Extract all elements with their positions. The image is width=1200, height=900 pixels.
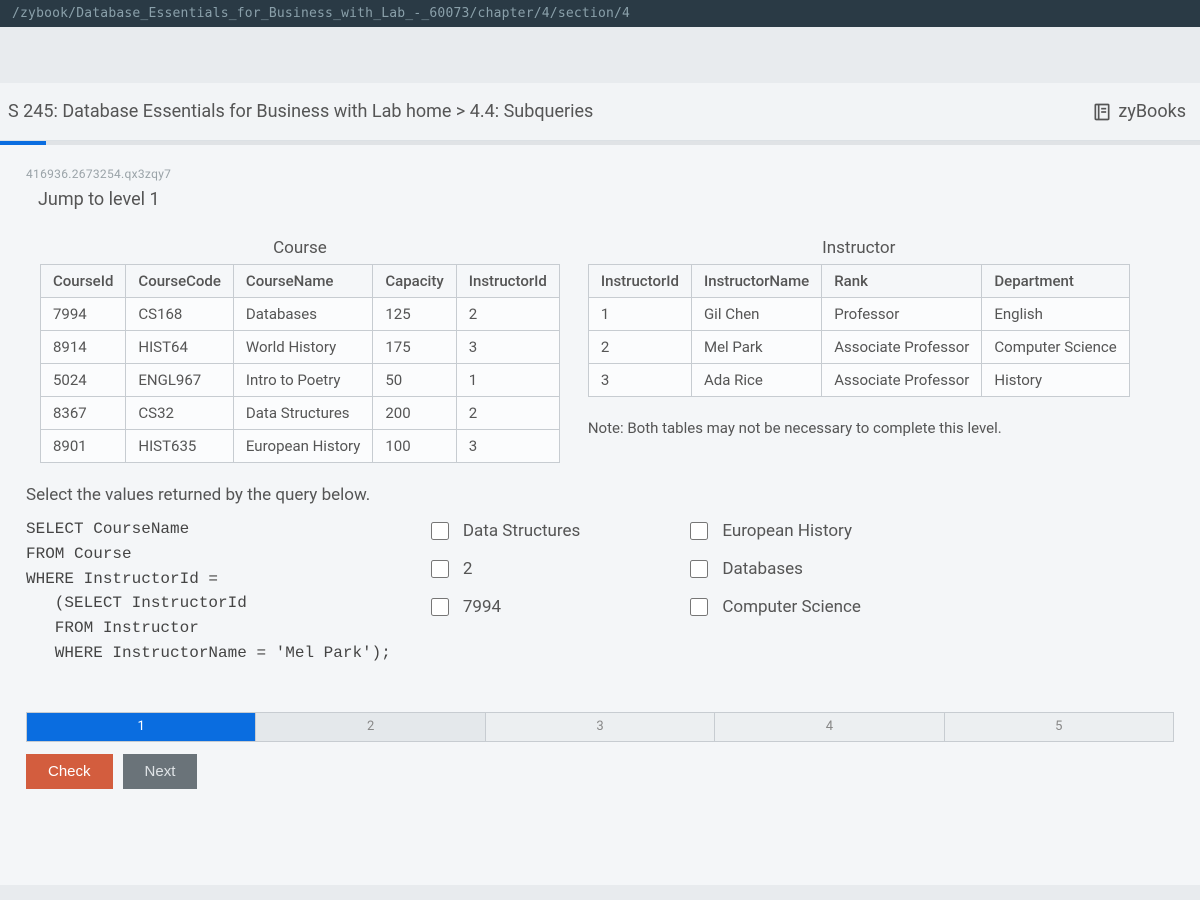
- activity-id: 416936.2673254.qx3zqy7: [26, 167, 1174, 181]
- check-button[interactable]: Check: [26, 754, 113, 789]
- level-step-5[interactable]: 5: [945, 713, 1173, 741]
- level-step-2[interactable]: 2: [256, 713, 485, 741]
- answer-checkbox[interactable]: [431, 598, 449, 616]
- brand-logo[interactable]: zyBooks: [1092, 101, 1186, 122]
- table-row: 7994CS168Databases1252: [41, 298, 560, 331]
- table-row: 8367CS32Data Structures2002: [41, 397, 560, 430]
- table-row: 1Gil ChenProfessorEnglish: [588, 298, 1129, 331]
- answer-option[interactable]: Databases: [690, 559, 861, 579]
- level-step-1[interactable]: 1: [27, 713, 256, 741]
- answer-checkbox[interactable]: [690, 522, 708, 540]
- answer-checkbox[interactable]: [690, 598, 708, 616]
- breadcrumb[interactable]: S 245: Database Essentials for Business …: [8, 101, 593, 122]
- next-button[interactable]: Next: [123, 754, 198, 789]
- main-content: 416936.2673254.qx3zqy7 Jump to level 1 C…: [0, 145, 1200, 885]
- page-header: S 245: Database Essentials for Business …: [0, 83, 1200, 141]
- url-bar: /zybook/Database_Essentials_for_Business…: [0, 0, 1200, 27]
- answer-option[interactable]: European History: [690, 521, 861, 541]
- table-row: 8901HIST635European History1003: [41, 430, 560, 463]
- col-header: Capacity: [373, 265, 456, 298]
- question-prompt: Select the values returned by the query …: [26, 485, 1174, 505]
- col-header: CourseName: [233, 265, 372, 298]
- jump-to-level[interactable]: Jump to level 1: [38, 189, 1174, 210]
- instructor-table: InstructorId InstructorName Rank Departm…: [588, 264, 1130, 397]
- col-header: CourseId: [41, 265, 126, 298]
- sql-query: SELECT CourseName FROM Course WHERE Inst…: [26, 517, 391, 666]
- answer-option[interactable]: Computer Science: [690, 597, 861, 617]
- instructor-table-title: Instructor: [588, 238, 1130, 258]
- course-table-title: Course: [40, 238, 560, 258]
- level-step-4[interactable]: 4: [715, 713, 944, 741]
- course-table: CourseId CourseCode CourseName Capacity …: [40, 264, 560, 463]
- section-progress-bar: [0, 141, 1200, 145]
- col-header: Rank: [822, 265, 982, 298]
- col-header: CourseCode: [126, 265, 234, 298]
- level-progress: 1 2 3 4 5 Check Next: [26, 712, 1174, 789]
- answer-checkbox[interactable]: [690, 560, 708, 578]
- col-header: InstructorId: [588, 265, 691, 298]
- table-row: 2Mel ParkAssociate ProfessorComputer Sci…: [588, 331, 1129, 364]
- answer-checkbox[interactable]: [431, 560, 449, 578]
- answer-option[interactable]: 2: [431, 559, 580, 579]
- tables-note: Note: Both tables may not be necessary t…: [588, 419, 1130, 437]
- answer-choices: Data Structures European History 2 Datab…: [431, 517, 861, 617]
- col-header: InstructorName: [691, 265, 821, 298]
- answer-option[interactable]: 7994: [431, 597, 580, 617]
- table-row: 8914HIST64World History1753: [41, 331, 560, 364]
- answer-option[interactable]: Data Structures: [431, 521, 580, 541]
- level-step-3[interactable]: 3: [486, 713, 715, 741]
- answer-checkbox[interactable]: [431, 522, 449, 540]
- col-header: Department: [982, 265, 1129, 298]
- brand-text: zyBooks: [1118, 101, 1186, 122]
- instructor-table-block: Instructor InstructorId InstructorName R…: [588, 238, 1130, 437]
- col-header: InstructorId: [456, 265, 559, 298]
- table-row: 5024ENGL967Intro to Poetry501: [41, 364, 560, 397]
- table-row: 3Ada RiceAssociate ProfessorHistory: [588, 364, 1129, 397]
- course-table-block: Course CourseId CourseCode CourseName Ca…: [40, 238, 560, 463]
- book-icon: [1092, 102, 1112, 122]
